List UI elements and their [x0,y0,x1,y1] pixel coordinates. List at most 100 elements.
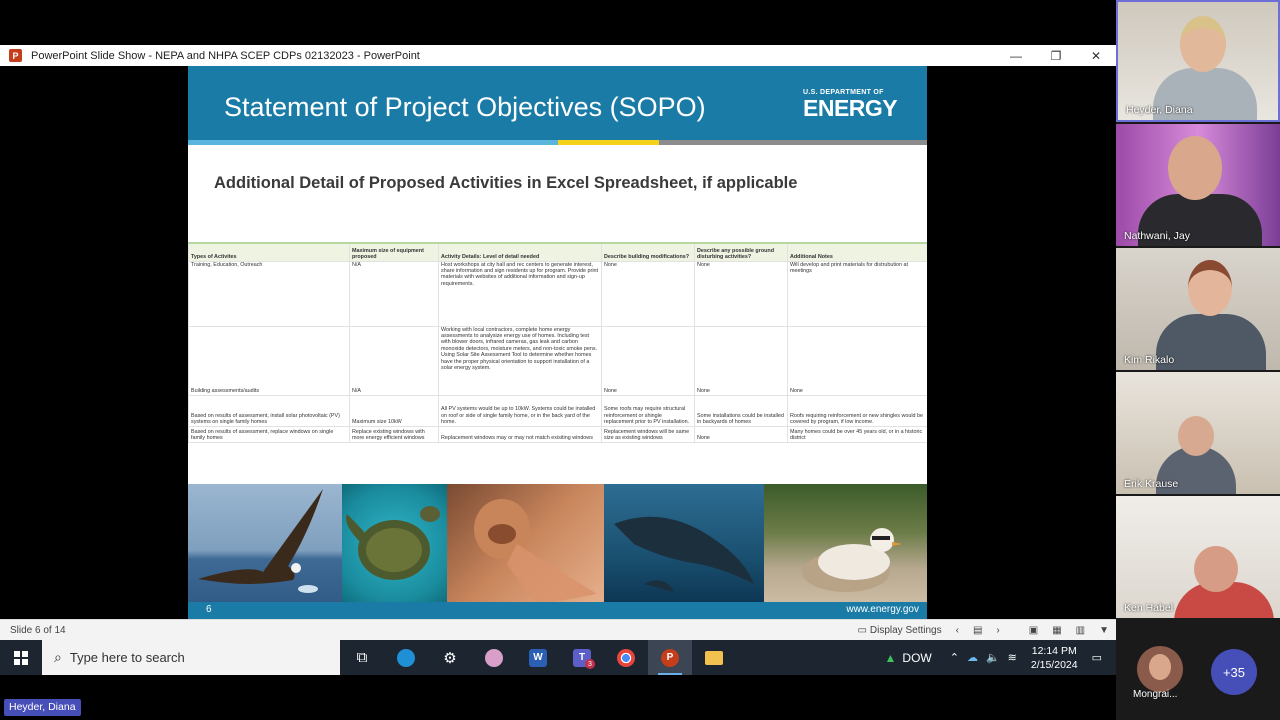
wifi-icon[interactable]: ≋ [1008,651,1017,664]
table-cell: Many homes could be over 45 years old, o… [787,425,927,443]
stock-widget[interactable]: ▲ DOW [885,651,932,665]
table-cell: Some roofs may require structural reinfo… [601,394,695,427]
participant-tile[interactable]: Nathwani, Jay [1116,124,1280,246]
table-cell: None [601,260,695,327]
table-cell: None [694,260,788,327]
settings-button[interactable]: ⚙ [428,640,472,675]
word-icon: W [529,648,547,667]
table-cell: Host workshops at city hall and rec cent… [438,260,602,327]
participant-tile[interactable]: Ken Habel [1116,496,1280,618]
participant-name: Kim Rikalo [1124,354,1175,366]
whale-photo [604,484,764,605]
chevron-up-icon[interactable]: ⌃ [950,651,959,664]
plover-photo [764,484,927,605]
powerpoint-app-icon: P [9,49,22,62]
powerpoint-taskbar-button[interactable]: P [648,640,692,675]
normal-view-icon: ▣ [1028,624,1039,636]
spreadsheet-table: Types of Activites Maximum size of equip… [188,242,927,443]
monitor-icon: ▭ [857,624,867,636]
paint-button[interactable] [472,640,516,675]
close-button[interactable]: ✕ [1076,45,1116,66]
task-view-button[interactable]: ⧉ [340,640,384,675]
powerpoint-window: P PowerPoint Slide Show - NEPA and NHPA … [0,45,1116,640]
teams-badge: 3 [585,659,595,669]
column-header: Describe building modifications? [601,242,695,262]
chart-up-icon: ▲ [884,650,897,665]
word-button[interactable]: W [516,640,560,675]
windows-logo-icon [14,650,28,665]
chevron-right-icon: › [996,624,1000,636]
column-header: Additional Notes [787,242,927,262]
slide-subtitle: Additional Detail of Proposed Activities… [214,174,798,192]
table-cell: Replacement windows will be same size as… [601,425,695,443]
gear-icon: ⚙ [443,649,457,667]
restore-button[interactable]: ❐ [1036,45,1076,66]
clock[interactable]: 12:14 PM 2/15/2024 [1031,644,1078,672]
table-row: Based on results of assessment, replace … [188,425,927,443]
table-cell: Will develop and print materials for dis… [787,260,927,327]
chrome-button[interactable] [604,640,648,675]
table-cell: None [787,325,927,396]
teams-button[interactable]: T 3 [560,640,604,675]
slideshow-button[interactable]: ▼ [1099,625,1109,636]
edge-button[interactable] [384,640,428,675]
chevron-left-icon: ‹ [955,624,959,636]
onedrive-cloud-icon[interactable]: ☁ [967,651,978,664]
slide-title: Statement of Project Objectives (SOPO) [224,92,706,122]
table-cell: N/A [349,260,439,327]
participant-tile[interactable]: Heyder, Diana [1116,0,1280,122]
participant-tile[interactable]: Kim Rikalo [1116,248,1280,370]
table-row: Training, Education, Outreach N/A Host w… [188,260,927,327]
system-tray: ▲ DOW ⌃ ☁ 🔈 ≋ 12:14 PM 2/15/2024 ▭ [885,640,1116,675]
column-header: Types of Activites [188,242,350,262]
file-explorer-button[interactable] [692,640,736,675]
edge-icon [397,648,415,667]
table-cell: None [694,425,788,443]
slide[interactable]: Statement of Project Objectives (SOPO) U… [188,66,927,619]
start-button[interactable] [0,640,42,675]
table-cell: Building assessments/audits [188,325,350,396]
column-header: Maximum size of equipment proposed [349,242,439,262]
chrome-icon [617,648,635,667]
plover-illustration [802,528,902,592]
slide-sorter-icon: ▦ [1052,624,1062,636]
table-cell: Replacement windows may or may not match… [438,425,602,443]
title-bar[interactable]: P PowerPoint Slide Show - NEPA and NHPA … [0,45,1116,66]
previous-slide-button[interactable]: ‹ [956,625,959,636]
table-cell: Based on results of assessment, install … [188,394,350,427]
participant-name: Erik Krause [1124,478,1179,490]
notifications-icon[interactable]: ▭ [1092,651,1102,664]
more-participants-button[interactable]: +35 [1211,649,1257,695]
slide-sorter-button[interactable]: ▦ [1052,625,1061,636]
normal-view-button[interactable]: ▣ [1029,625,1038,636]
avatar-face [1149,654,1171,680]
clock-date: 2/15/2024 [1030,658,1078,671]
taskbar-search[interactable]: ⌕ Type here to search [42,640,340,675]
table-header-row: Types of Activites Maximum size of equip… [188,242,927,262]
table-cell: Replace existing windows with more energ… [349,425,439,443]
table-cell: None [694,325,788,396]
energy-website: www.energy.gov [846,604,919,615]
status-bar: Slide 6 of 14 ▭ Display Settings ‹ ▤ › ▣… [0,619,1116,640]
table-row: Based on results of assessment, install … [188,394,927,427]
slide-counter: Slide 6 of 14 [10,624,66,636]
wildlife-photo-strip [188,484,927,605]
table-cell: Based on results of assessment, replace … [188,425,350,443]
self-avatar[interactable] [1137,646,1183,692]
reading-view-button[interactable]: ▥ [1076,625,1085,636]
slide-menu-button[interactable]: ▤ [973,625,982,636]
display-settings-button[interactable]: ▭ Display Settings [857,625,941,636]
column-header: Activity Details: Level of detail needed [438,242,602,262]
next-slide-button[interactable]: › [996,625,999,636]
participant-panel: Heyder, Diana Nathwani, Jay Kim Rikalo E… [1116,0,1280,720]
speaker-icon[interactable]: 🔈 [986,651,1000,664]
minimize-button[interactable]: — [996,45,1036,66]
table-cell: Roofs requiring reinforcement or new shi… [787,394,927,427]
slideshow-icon: ▼ [1099,624,1109,636]
eagle-photo [188,484,342,605]
stripe-light [188,140,558,145]
participant-tile[interactable]: Erik Krause [1116,372,1280,494]
participant-face [1194,546,1238,592]
table-cell: Training, Education, Outreach [188,260,350,327]
stripe-yellow [558,140,659,145]
